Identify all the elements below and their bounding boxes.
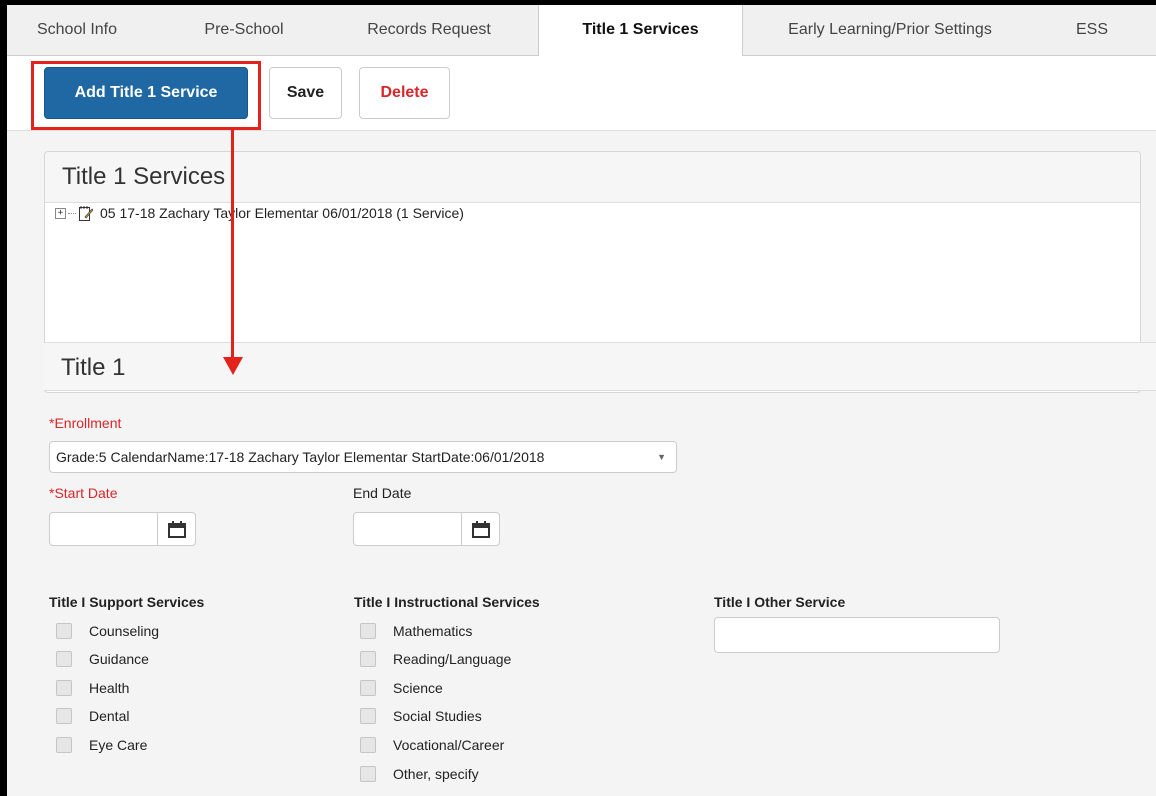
calendar-icon[interactable] (157, 513, 195, 545)
tree-item-label: 05 17-18 Zachary Taylor Elementar 06/01/… (100, 205, 464, 221)
enrollment-value: Grade:5 CalendarName:17-18 Zachary Taylo… (56, 449, 545, 465)
checkbox[interactable] (56, 737, 72, 753)
checkbox-label: Vocational/Career (393, 737, 505, 753)
checkbox-mathematics[interactable]: Mathematics (360, 623, 472, 639)
title-1-detail-header: Title 1 (44, 342, 1156, 391)
checkbox-reading-language[interactable]: Reading/Language (360, 651, 511, 667)
checkbox-other-specify[interactable]: Other, specify (360, 766, 479, 782)
checkbox-label: Counseling (89, 623, 160, 639)
checkbox[interactable] (56, 680, 72, 696)
highlight-box (31, 61, 261, 130)
checkbox-label: Dental (89, 708, 130, 724)
edit-document-icon (79, 206, 93, 221)
checkbox[interactable] (56, 623, 72, 639)
other-service-input[interactable] (714, 617, 1000, 653)
tab-pre-school[interactable]: Pre-School (185, 5, 303, 55)
checkbox-eye-care[interactable]: Eye Care (56, 737, 147, 753)
annotation-arrow-head (223, 357, 243, 375)
instructional-services-label: Title I Instructional Services (354, 594, 540, 610)
tab-bar: School Info Pre-School Records Request T… (7, 5, 1156, 56)
checkbox[interactable] (360, 766, 376, 782)
other-service-label: Title I Other Service (714, 594, 846, 610)
caret-down-icon: ▼ (657, 452, 666, 462)
app-frame: School Info Pre-School Records Request T… (0, 0, 1156, 796)
tab-records-request[interactable]: Records Request (345, 5, 513, 55)
start-date-input[interactable] (49, 512, 196, 546)
checkbox-label: Reading/Language (393, 651, 512, 667)
checkbox-label: Other, specify (393, 766, 479, 782)
checkbox[interactable] (360, 651, 376, 667)
checkbox-dental[interactable]: Dental (56, 708, 129, 724)
tree-connector (68, 212, 76, 214)
end-date-label: End Date (353, 485, 412, 501)
plus-box-icon[interactable]: + (55, 207, 66, 219)
checkbox[interactable] (56, 651, 72, 667)
checkbox-vocational-career[interactable]: Vocational/Career (360, 737, 504, 753)
end-date-input[interactable] (353, 512, 500, 546)
checkbox-label: Guidance (89, 651, 149, 667)
checkbox-label: Mathematics (393, 623, 473, 639)
enrollment-select[interactable]: Grade:5 CalendarName:17-18 Zachary Taylo… (49, 441, 677, 473)
checkbox-science[interactable]: Science (360, 680, 443, 696)
checkbox[interactable] (56, 708, 72, 724)
tab-title-1-services[interactable]: Title 1 Services (538, 5, 743, 56)
calendar-icon[interactable] (461, 513, 499, 545)
delete-button[interactable]: Delete (359, 67, 450, 119)
checkbox-guidance[interactable]: Guidance (56, 651, 149, 667)
panel-title: Title 1 Services (45, 152, 1140, 203)
tab-school-info[interactable]: School Info (19, 5, 135, 55)
checkbox[interactable] (360, 680, 376, 696)
enrollment-label: *Enrollment (49, 415, 122, 431)
checkbox[interactable] (360, 708, 376, 724)
support-services-label: Title I Support Services (49, 594, 205, 610)
checkbox-health[interactable]: Health (56, 680, 129, 696)
checkbox-label: Science (393, 680, 443, 696)
checkbox-counseling[interactable]: Counseling (56, 623, 159, 639)
start-date-label: *Start Date (49, 485, 118, 501)
annotation-arrow-line (231, 130, 234, 360)
save-button[interactable]: Save (269, 67, 342, 119)
checkbox-label: Eye Care (89, 737, 148, 753)
checkbox-social-studies[interactable]: Social Studies (360, 708, 482, 724)
checkbox-label: Social Studies (393, 708, 482, 724)
checkbox[interactable] (360, 737, 376, 753)
tab-ess[interactable]: ESS (1065, 5, 1119, 55)
tab-early-learning[interactable]: Early Learning/Prior Settings (759, 5, 1021, 55)
checkbox-label: Health (89, 680, 130, 696)
tree-item[interactable]: + 05 17-18 Zachary Taylor Elementar 06/0… (55, 205, 464, 221)
checkbox[interactable] (360, 623, 376, 639)
